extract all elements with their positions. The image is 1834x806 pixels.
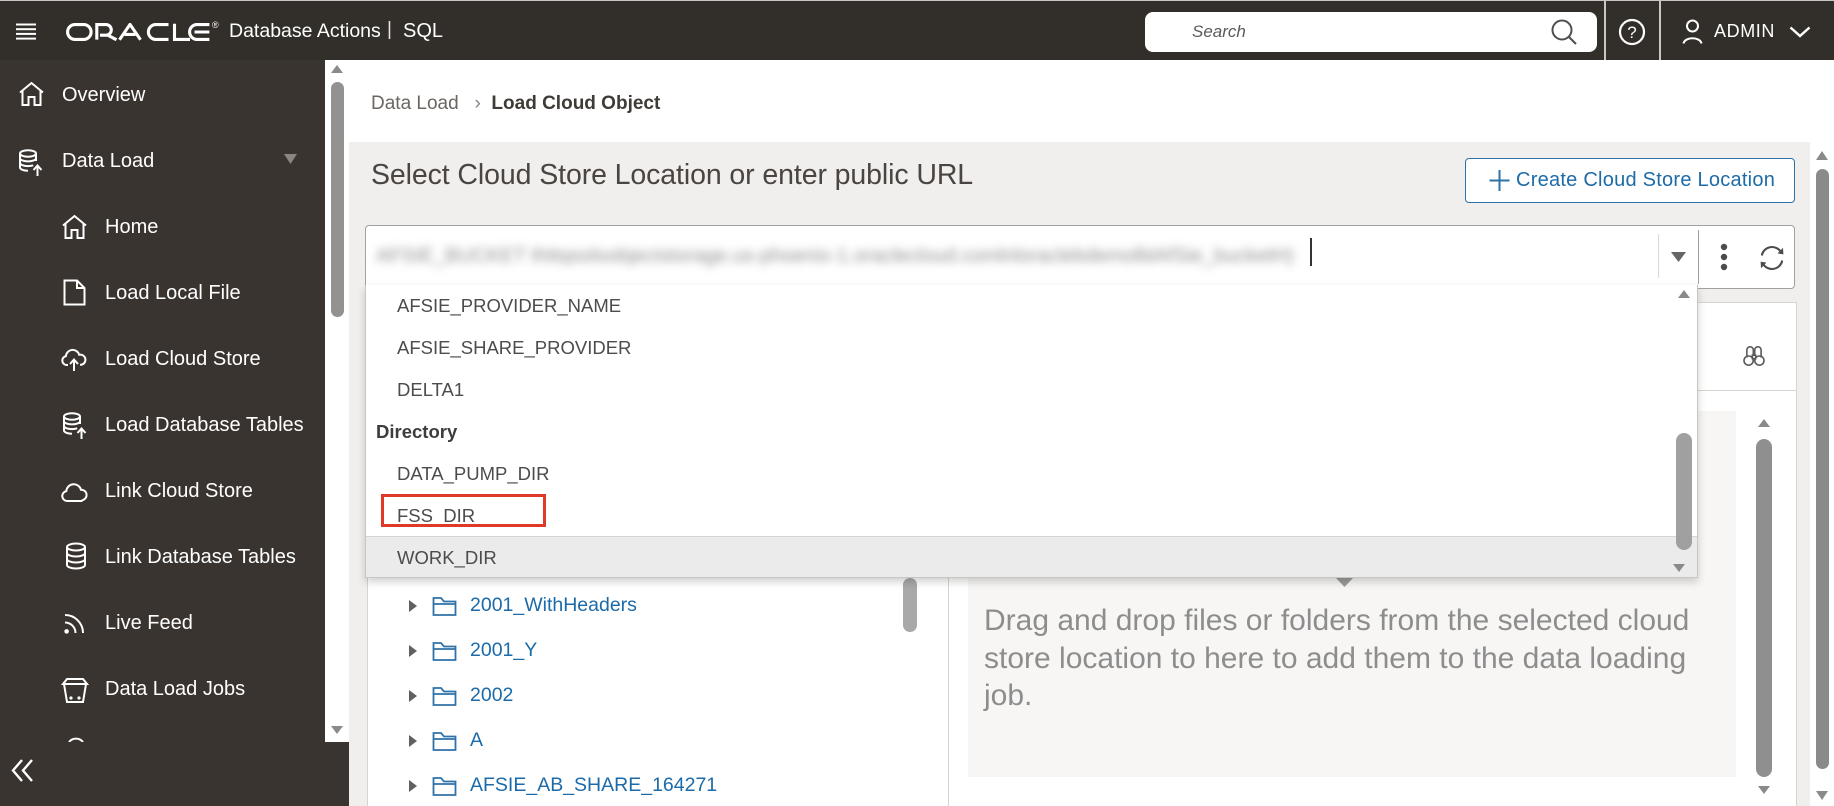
svg-text:?: ? xyxy=(1627,23,1636,42)
